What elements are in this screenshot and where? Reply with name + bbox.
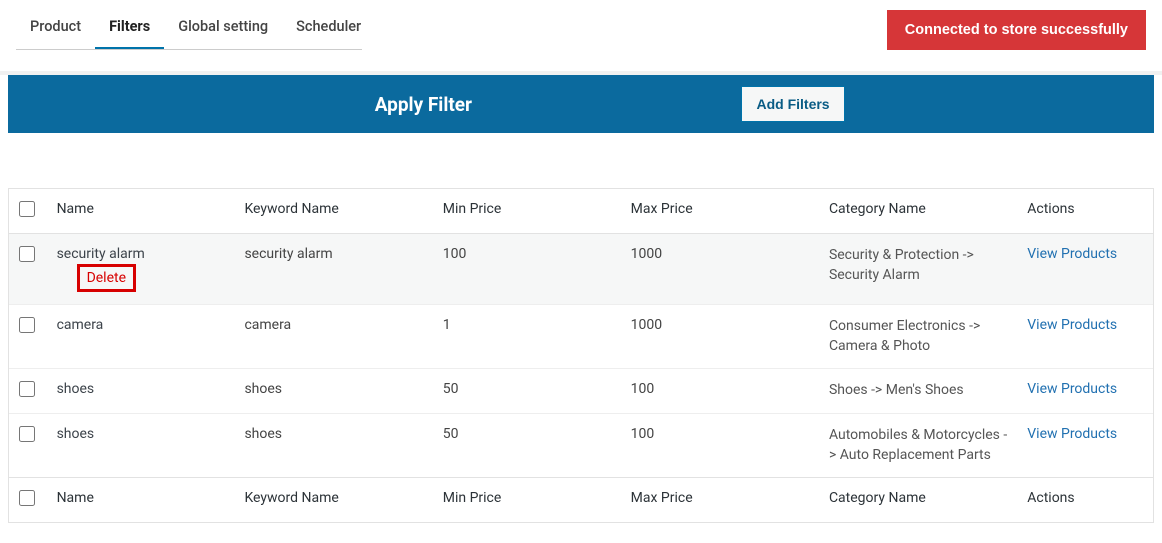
col-header-min: Min Price (433, 189, 621, 234)
row-min-price: 50 (433, 414, 621, 478)
table-header-row: Name Keyword Name Min Price Max Price Ca… (9, 189, 1153, 234)
row-keyword: shoes (234, 369, 432, 414)
row-checkbox[interactable] (19, 381, 35, 397)
row-name-text: security alarm (57, 246, 145, 262)
view-products-link[interactable]: View Products (1027, 317, 1117, 333)
row-min-price: 50 (433, 369, 621, 414)
row-min-price: 1 (433, 305, 621, 369)
row-checkbox[interactable] (19, 426, 35, 442)
tabs-underline (16, 49, 362, 50)
col-header-keyword: Keyword Name (234, 189, 432, 234)
row-name-text: camera (57, 317, 104, 333)
col-header-name[interactable]: Name (47, 189, 235, 234)
col-footer-min: Min Price (433, 478, 621, 523)
filter-bar-title: Apply Filter (375, 93, 472, 116)
row-category: Shoes -> Men's Shoes (819, 369, 1017, 414)
filters-table: Name Keyword Name Min Price Max Price Ca… (9, 189, 1153, 522)
view-products-link[interactable]: View Products (1027, 426, 1117, 442)
view-products-link[interactable]: View Products (1027, 246, 1117, 262)
col-footer-max: Max Price (621, 478, 819, 523)
row-max-price: 100 (621, 414, 819, 478)
row-max-price: 1000 (621, 234, 819, 305)
add-filters-button[interactable]: Add Filters (741, 86, 844, 122)
table-row: shoesshoes50100Automobiles & Motorcycles… (9, 414, 1153, 478)
table-footer-row: Name Keyword Name Min Price Max Price Ca… (9, 478, 1153, 523)
tab-scheduler[interactable]: Scheduler (282, 10, 375, 50)
row-max-price: 100 (621, 369, 819, 414)
select-all-checkbox[interactable] (19, 201, 35, 217)
row-category: Automobiles & Motorcycles -> Auto Replac… (819, 414, 1017, 478)
view-products-link[interactable]: View Products (1027, 381, 1117, 397)
col-footer-name[interactable]: Name (47, 478, 235, 523)
row-checkbox[interactable] (19, 246, 35, 262)
table-row: cameracamera11000Consumer Electronics ->… (9, 305, 1153, 369)
col-footer-keyword: Keyword Name (234, 478, 432, 523)
row-max-price: 1000 (621, 305, 819, 369)
table-row: shoesshoes50100Shoes -> Men's ShoesView … (9, 369, 1153, 414)
connection-status-button[interactable]: Connected to store successfully (887, 10, 1146, 50)
row-category: Security & Protection -> Security Alarm (819, 234, 1017, 305)
select-all-footer-checkbox[interactable] (19, 490, 35, 506)
row-keyword: security alarm (234, 234, 432, 305)
row-keyword: shoes (234, 414, 432, 478)
row-name-text: shoes (57, 426, 95, 442)
row-checkbox[interactable] (19, 317, 35, 333)
row-min-price: 100 (433, 234, 621, 305)
table-row: security alarmDeletesecurity alarm100100… (9, 234, 1153, 305)
col-header-actions: Actions (1017, 189, 1153, 234)
col-header-category: Category Name (819, 189, 1017, 234)
col-footer-category: Category Name (819, 478, 1017, 523)
tab-filters[interactable]: Filters (95, 10, 164, 50)
row-name-text: shoes (57, 381, 95, 397)
tab-bar: Product Filters Global setting Scheduler (16, 10, 375, 50)
row-category: Consumer Electronics -> Camera & Photo (819, 305, 1017, 369)
col-header-max: Max Price (621, 189, 819, 234)
delete-link[interactable]: Delete (87, 270, 126, 286)
tab-product[interactable]: Product (16, 10, 95, 50)
col-footer-actions: Actions (1017, 478, 1153, 523)
tab-global-setting[interactable]: Global setting (164, 10, 282, 50)
row-keyword: camera (234, 305, 432, 369)
filter-bar: Apply Filter Add Filters (8, 75, 1154, 133)
